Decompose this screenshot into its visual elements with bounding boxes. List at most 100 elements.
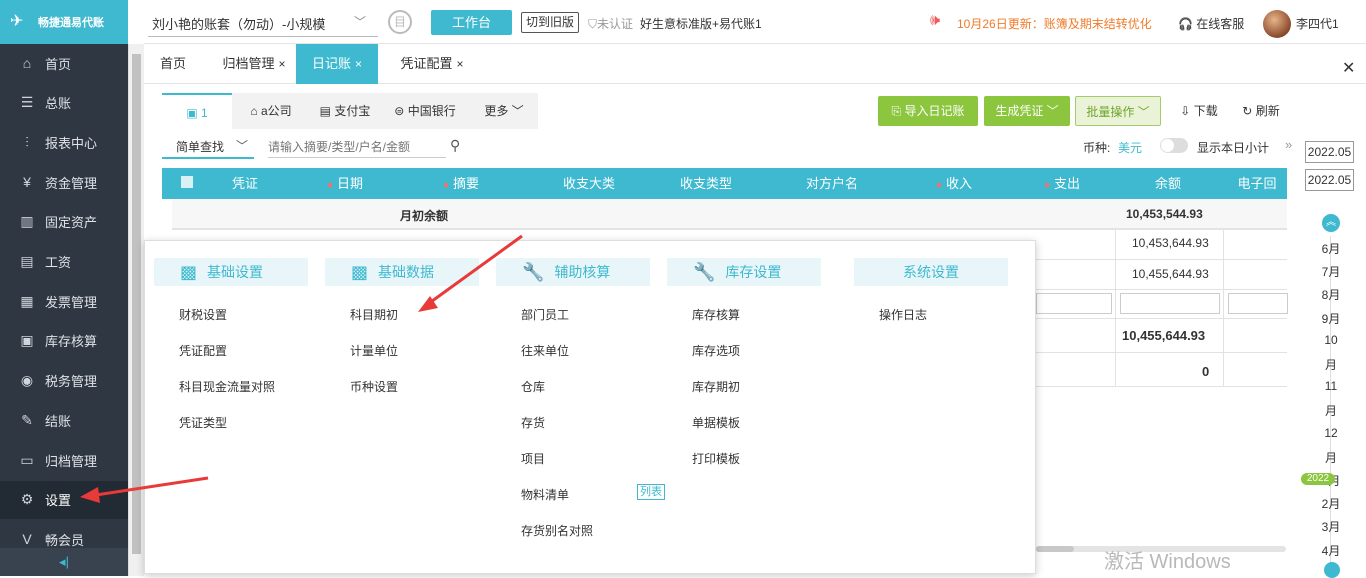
column-header[interactable]: ● 收入 (900, 168, 1008, 199)
double-chevron-right-icon[interactable]: » (1285, 137, 1292, 152)
menu-item[interactable]: 往来单位 (521, 342, 569, 359)
month-item[interactable]: 7月 (1316, 263, 1346, 280)
tab-home[interactable]: 首页 (152, 44, 194, 84)
tab-journal[interactable]: 日记账 × (296, 44, 378, 84)
avatar[interactable] (1263, 10, 1291, 38)
month-item[interactable]: 6月 (1316, 240, 1346, 257)
switch-old-version-button[interactable]: 切到旧版 (521, 12, 579, 33)
tab-voucher-config[interactable]: 凭证配置 × (392, 44, 472, 84)
tab-more[interactable]: 更多 ﹀ (476, 93, 532, 129)
menu-item[interactable]: 物料清单 (521, 486, 569, 503)
month-item[interactable]: 3月 (1316, 518, 1346, 535)
chevron-down-icon[interactable]: ﹀ (236, 137, 248, 154)
document-icon[interactable]: 目 (388, 10, 412, 34)
date-to-field[interactable]: 2022.05 (1305, 169, 1354, 191)
menu-item[interactable]: 打印模板 (692, 450, 740, 467)
menu-item[interactable]: 财税设置 (179, 306, 227, 323)
column-header[interactable]: 余额 (1116, 168, 1220, 199)
scroll-up-icon[interactable]: ︽ (1322, 214, 1340, 232)
daily-subtotal-toggle[interactable] (1160, 138, 1188, 153)
column-header[interactable]: 凭证 (206, 168, 284, 199)
month-item[interactable]: 月 (1316, 402, 1346, 419)
menu-item[interactable]: 库存选项 (692, 342, 740, 359)
menu-item[interactable]: 项目 (521, 450, 545, 467)
menu-item[interactable]: 凭证类型 (179, 414, 227, 431)
sidebar-item-tax[interactable]: ◉ 税务管理 (0, 362, 128, 400)
month-item[interactable]: 月 (1316, 449, 1346, 466)
sidebar-item-ledger[interactable]: ☰ 总账 (0, 84, 128, 122)
chevron-down-icon[interactable]: ﹀ (354, 13, 366, 30)
sidebar-item-archive[interactable]: ▭ 归档管理 (0, 441, 128, 479)
user-name[interactable]: 李四代1 (1296, 15, 1339, 32)
account-selector[interactable]: 刘小艳的账套（勿动）-小规模 (152, 14, 325, 33)
list-badge[interactable]: 列表 (637, 484, 665, 500)
month-item[interactable]: 2月 (1316, 495, 1346, 512)
sidebar-item-building[interactable]: ▥ 固定资产 (0, 203, 128, 241)
sidebar-collapse-button[interactable]: ◂| (0, 548, 128, 576)
menu-item[interactable]: 仓库 (521, 378, 545, 395)
menu-item[interactable]: 存货别名对照 (521, 522, 593, 539)
menu-item[interactable]: 库存核算 (692, 306, 740, 323)
update-notice[interactable]: 10月26日更新：账簿及期末结转优化 (957, 15, 1152, 32)
tab-account-boc[interactable]: ⊜ 中国银行 (384, 93, 466, 129)
batch-operation-button[interactable]: 批量操作 ﹀ (1075, 96, 1161, 126)
menu-item[interactable]: 部门员工 (521, 306, 569, 323)
tab-account-a-company[interactable]: ⌂ a公司 (236, 93, 306, 129)
verification-status[interactable]: ⛉未认证 (588, 15, 633, 32)
month-item[interactable]: 4月 (1316, 542, 1346, 559)
menu-item[interactable]: 币种设置 (350, 378, 398, 395)
online-support-link[interactable]: 🎧 在线客服 (1178, 15, 1244, 32)
close-icon[interactable]: × (355, 57, 362, 71)
search-mode-select[interactable]: 简单查找 (176, 138, 224, 155)
search-icon[interactable]: ⚲ (450, 137, 460, 154)
workbench-button[interactable]: 工作台 (431, 10, 512, 35)
app-logo[interactable]: ✈ 畅捷通易代账 (0, 0, 128, 44)
column-header[interactable]: ● 日期 (296, 168, 394, 199)
sidebar-scrollbar[interactable] (128, 44, 144, 576)
month-item[interactable]: 11 (1316, 379, 1346, 393)
tab-account-alipay[interactable]: ▤ 支付宝 (310, 93, 380, 129)
column-header[interactable]: ● 摘要 (396, 168, 526, 199)
sidebar-item-payroll[interactable]: ▤ 工资 (0, 243, 128, 281)
sidebar-item-invoice[interactable]: ▦ 发票管理 (0, 282, 128, 320)
search-input[interactable] (268, 136, 446, 158)
month-item[interactable]: 12 (1316, 426, 1346, 440)
month-item[interactable]: 9月 (1316, 310, 1346, 327)
balance-input[interactable] (1120, 293, 1220, 314)
month-item[interactable]: 8月 (1316, 286, 1346, 303)
month-item[interactable]: 月 (1316, 356, 1346, 373)
generate-voucher-button[interactable]: 生成凭证 ﹀ (984, 96, 1070, 126)
menu-item[interactable]: 操作日志 (879, 306, 927, 323)
download-button[interactable]: ⇩ 下载 (1175, 96, 1223, 126)
close-icon[interactable]: × (457, 57, 464, 71)
sidebar-item-checkout[interactable]: ✎ 结账 (0, 401, 128, 439)
column-header[interactable]: 收支大类 (530, 168, 648, 199)
sidebar-item-money[interactable]: ¥ 资金管理 (0, 163, 128, 201)
column-header[interactable]: ● 支出 (1008, 168, 1116, 199)
tab-archive[interactable]: 归档管理 × (214, 44, 294, 84)
sidebar-item-box[interactable]: ▣ 库存核算 (0, 322, 128, 360)
month-item[interactable]: 10 (1316, 333, 1346, 347)
receipt-input[interactable] (1228, 293, 1288, 314)
menu-item[interactable]: 凭证配置 (179, 342, 227, 359)
close-icon[interactable]: × (279, 57, 286, 71)
column-header[interactable]: 对方户名 (764, 168, 900, 199)
sidebar-item-gear[interactable]: ⚙ 设置 (0, 480, 128, 519)
menu-item[interactable]: 库存期初 (692, 378, 740, 395)
sidebar-item-home[interactable]: ⌂ 首页 (0, 44, 128, 82)
menu-item[interactable]: 单据模板 (692, 414, 740, 431)
column-header[interactable]: 收支类型 (648, 168, 764, 199)
menu-item[interactable]: 科目现金流量对照 (179, 378, 275, 395)
sidebar-item-chart[interactable]: ⫶ 报表中心 (0, 123, 128, 161)
menu-item[interactable]: 计量单位 (350, 342, 398, 359)
select-all-checkbox[interactable] (181, 176, 193, 188)
refresh-button[interactable]: ↻ 刷新 (1238, 96, 1284, 126)
date-from-field[interactable]: 2022.05 (1305, 141, 1354, 163)
close-icon[interactable]: ✕ (1342, 58, 1355, 78)
currency-select[interactable]: 美元 (1118, 139, 1142, 156)
menu-item[interactable]: 科目期初 (350, 306, 398, 323)
expense-input[interactable] (1036, 293, 1112, 314)
tab-account-1[interactable]: ▣ 1 (162, 93, 232, 129)
menu-item[interactable]: 存货 (521, 414, 545, 431)
import-journal-button[interactable]: ⎘ 导入日记账 (878, 96, 978, 126)
